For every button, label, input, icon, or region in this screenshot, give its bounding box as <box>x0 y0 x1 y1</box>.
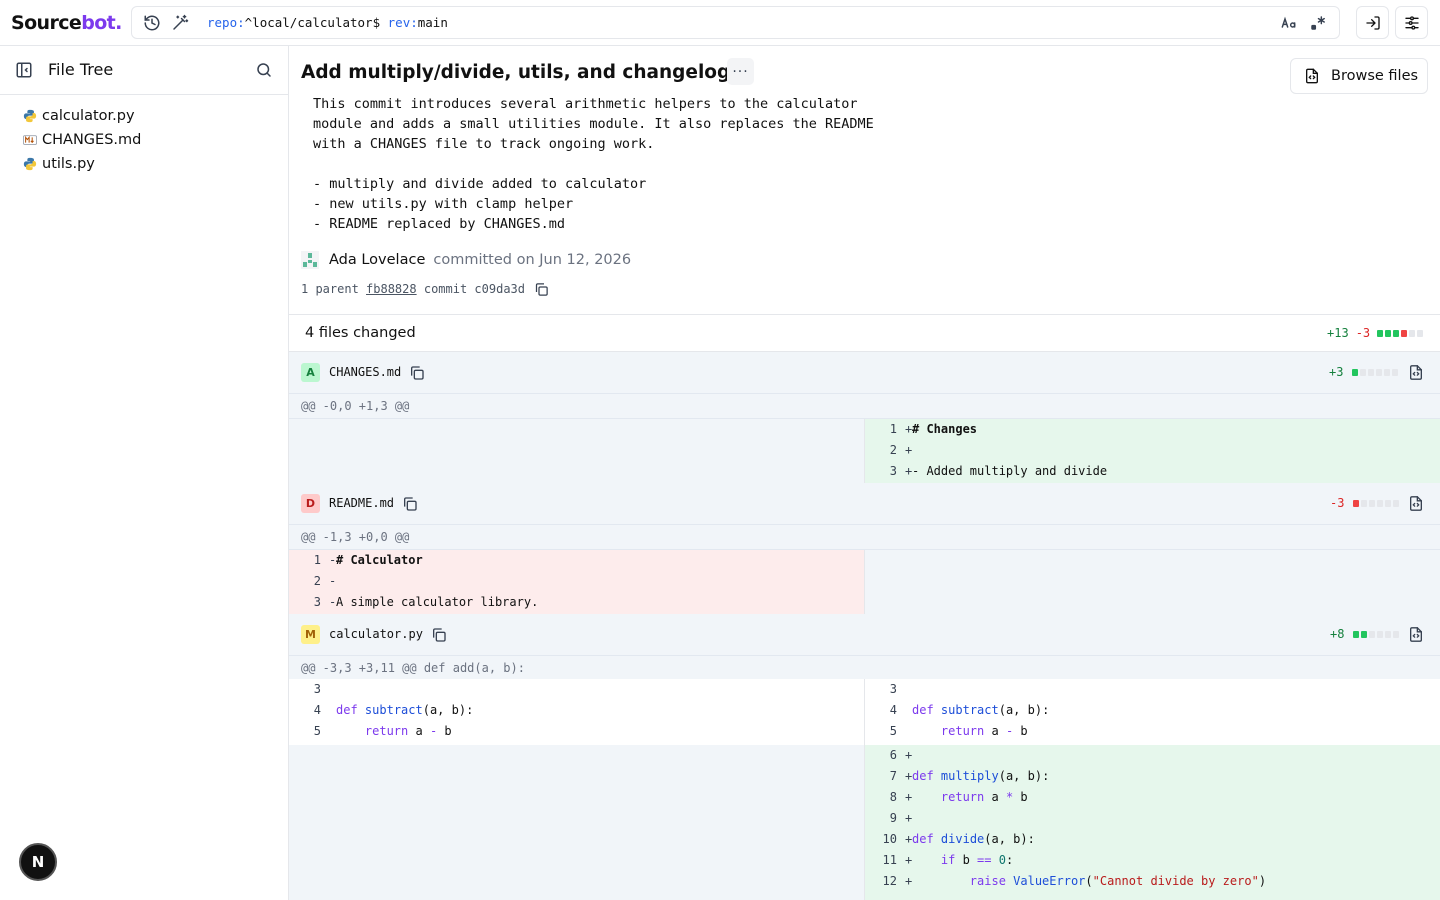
file-tree-item[interactable]: utils.py <box>0 152 289 176</box>
case-sensitive-icon[interactable] <box>1281 15 1297 31</box>
settings-sliders-icon <box>1404 15 1419 30</box>
diff-line: 3 + - Added multiply and divide <box>865 461 1440 483</box>
diff-line: 1- # Calculator <box>289 550 864 571</box>
diff-line: 7 + def multiply(a, b): <box>865 766 1440 787</box>
file-diff-header: D README.md -3 <box>289 483 1440 525</box>
diff-line: 2 + <box>865 440 1440 461</box>
commit-view: Add multiply/divide, utils, and changelo… <box>289 46 1440 900</box>
history-icon[interactable] <box>143 14 161 32</box>
file-name[interactable]: calculator.py <box>329 627 423 641</box>
file-tree-header: File Tree <box>0 46 288 95</box>
diff-stat: +13 -3 <box>1327 326 1424 340</box>
commit-meta: 1 parent fb88828 commit c09da3d <box>301 280 549 298</box>
python-file-icon <box>23 109 37 123</box>
diff-line: 5 return a - b <box>865 721 1440 745</box>
magic-wand-icon[interactable] <box>171 14 189 32</box>
file-name[interactable]: README.md <box>329 496 394 510</box>
file-diff-stat: +8 <box>1330 627 1400 641</box>
search-icon[interactable] <box>255 61 273 79</box>
commit-date: committed on Jun 12, 2026 <box>433 252 632 268</box>
markdown-file-icon <box>23 135 37 145</box>
diff-line: 4 def subtract(a, b): <box>289 700 864 721</box>
hunk-header: @@ -3,3 +3,11 @@ def add(a, b): <box>289 656 1440 681</box>
top-bar: Sourcebot. repo:^local/calculator$ rev:m… <box>0 0 1440 46</box>
empty-right-pane <box>865 550 1440 614</box>
file-diff-stat: +3 <box>1329 365 1399 379</box>
empty-left-pane <box>289 745 864 900</box>
commit-title: Add multiply/divide, utils, and changelo… <box>301 62 731 83</box>
diff-line: 11 + if b == 0: <box>865 850 1440 871</box>
author-avatar <box>301 251 319 269</box>
diff-line: 5 return a - b <box>289 721 864 745</box>
file-diff-stat: -3 <box>1330 496 1400 510</box>
python-file-icon <box>23 157 37 171</box>
commit-hash: commit c09da3d <box>423 282 525 296</box>
diff-stat-bar <box>1377 329 1424 337</box>
sourcebot-logo[interactable]: Sourcebot. <box>11 11 122 35</box>
collapse-sidebar-icon[interactable] <box>15 61 33 79</box>
file-diff-header: A CHANGES.md +3 <box>289 352 1440 394</box>
diff-line: 12 + raise ValueError("Cannot divide by z… <box>865 871 1440 900</box>
search-query[interactable]: repo:^local/calculator$ rev:main <box>207 15 448 31</box>
hunk-header: @@ -1,3 +0,0 @@ <box>289 525 1440 550</box>
diff-line: 8 + return a * b <box>865 787 1440 808</box>
sign-in-button[interactable] <box>1356 6 1389 39</box>
file-status-badge: A <box>301 363 320 382</box>
copy-icon[interactable] <box>534 282 549 297</box>
file-status-badge: M <box>301 625 320 644</box>
file-code-icon[interactable] <box>1408 626 1424 643</box>
diff-line: 2- <box>289 571 864 592</box>
file-code-icon[interactable] <box>1408 495 1424 512</box>
file-code-icon <box>1306 68 1318 84</box>
file-tree-item[interactable]: calculator.py <box>0 104 289 128</box>
sign-in-icon <box>1365 15 1380 30</box>
file-tree-item[interactable]: CHANGES.md <box>0 128 289 152</box>
file-tree-title: File Tree <box>48 60 114 79</box>
regex-icon[interactable] <box>1310 15 1326 31</box>
diff-line: 6 + <box>865 745 1440 766</box>
file-tree-sidebar: File Tree calculator.py CHANGES.md utils… <box>0 46 289 900</box>
browse-files-button[interactable]: Browse files <box>1290 58 1428 94</box>
more-button[interactable]: ··· <box>727 58 754 85</box>
diff-line: 4 def subtract(a, b): <box>865 700 1440 721</box>
diff-line: 10 + def divide(a, b): <box>865 829 1440 850</box>
hunk-header: @@ -0,0 +1,3 @@ <box>289 394 1440 419</box>
diff-line: 9 + <box>865 808 1440 829</box>
settings-button[interactable] <box>1395 6 1428 39</box>
copy-icon[interactable] <box>409 365 425 381</box>
file-status-badge: D <box>301 494 320 513</box>
files-changed-header: 4 files changed +13 -3 <box>289 314 1440 352</box>
file-code-icon[interactable] <box>1408 364 1424 381</box>
copy-icon[interactable] <box>402 496 418 512</box>
author-name[interactable]: Ada Lovelace <box>329 250 425 270</box>
diff-line: 3 <box>865 679 1440 700</box>
commit-author: Ada Lovelace committed on Jun 12, 2026 <box>301 250 631 270</box>
user-avatar[interactable]: N <box>19 843 57 881</box>
diff-line: 3-A simple calculator library. <box>289 592 864 614</box>
parent-hash-link[interactable]: fb88828 <box>366 280 417 298</box>
diff-line: 1 + # Changes <box>865 419 1440 440</box>
file-name[interactable]: CHANGES.md <box>329 365 401 379</box>
diff-line: 3 <box>289 679 864 700</box>
copy-icon[interactable] <box>431 627 447 643</box>
commit-message: This commit introduces several arithmeti… <box>313 96 874 232</box>
search-bar[interactable]: repo:^local/calculator$ rev:main <box>131 6 1340 39</box>
file-diff-header: M calculator.py +8 <box>289 614 1440 656</box>
empty-left-pane <box>289 419 864 483</box>
file-tree: calculator.py CHANGES.md utils.py <box>0 104 289 176</box>
